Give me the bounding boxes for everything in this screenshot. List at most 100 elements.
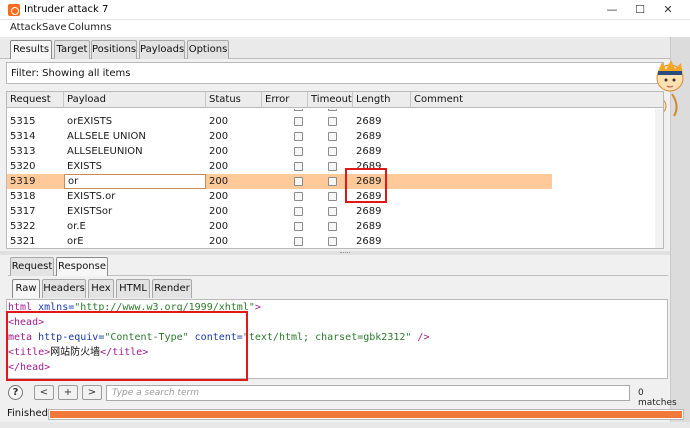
timeout-checkbox [328,207,337,216]
tab-payloads[interactable]: Payloads [139,40,185,59]
filter-label: Filter: Showing all items [11,68,131,79]
cell-payload: EXISTS [67,161,102,172]
table-row[interactable]: 5320 EXISTS 200 2689 [7,159,552,174]
results-table: Request Payload Status Error Timeout Len… [6,91,664,249]
tab-hex[interactable]: Hex [88,279,114,298]
main-tabs: Results Target Positions Payloads Option… [0,37,690,59]
cell-request: 5315 [10,116,36,127]
timeout-checkbox [328,177,337,186]
table-header: Request Payload Status Error Timeout Len… [7,92,663,108]
menu-save[interactable]: Save [42,22,67,33]
cell-status: 200 [209,131,229,142]
table-row[interactable]: 5315 orEXISTS 200 2689 [7,114,552,129]
timeout-checkbox [328,237,337,246]
table-row[interactable]: 5313 ALLSELEUNION 200 2689 [7,144,552,159]
cell-length: 2689 [356,146,382,157]
error-checkbox [294,162,303,171]
cell-status: 200 [209,206,229,217]
code-tag: /> [411,332,430,343]
minimize-button[interactable]: — [602,2,622,18]
cell-length: 2689 [356,131,382,142]
search-next-button[interactable]: > [82,385,102,400]
table-row[interactable]: 5322 or.E 200 2689 [7,219,552,234]
cell-status: 200 [209,161,229,172]
tab-headers[interactable]: Headers [42,279,86,298]
tab-results[interactable]: Results [10,40,52,59]
col-status[interactable]: Status [206,92,262,108]
error-checkbox [294,192,303,201]
splitter-grip [340,252,350,254]
table-row[interactable]: 5321 orE 200 2689 [7,234,552,248]
table-row[interactable]: 5314 ALLSELE UNION 200 2689 [7,129,552,144]
help-icon[interactable]: ? [8,385,23,400]
title-bar: Intruder attack 7 — ☐ ✕ [0,0,690,20]
menu-bar: Attack Save Columns [0,20,690,37]
cell-status: 200 [209,146,229,157]
timeout-checkbox [328,162,337,171]
cell-request: 5321 [10,236,36,247]
timeout-checkbox [328,222,337,231]
cell-length: 2689 [356,236,382,247]
table-body: 5316or.EXISTS20026895315orEXISTS20026895… [7,109,663,248]
cell-length: 2689 [356,206,382,217]
col-comment[interactable]: Comment [411,92,663,108]
table-scrollbar[interactable] [655,109,663,248]
timeout-checkbox [328,117,337,126]
cell-payload: orEXISTS [67,116,113,127]
search-add-button[interactable]: + [58,385,78,400]
view-tabs: Raw Headers Hex HTML Render [8,279,668,298]
cell-payload: EXISTSor [67,206,113,217]
col-payload[interactable]: Payload [64,92,206,108]
table-row[interactable]: 5319 or 200 2689 [7,174,552,189]
timeout-checkbox [328,109,337,111]
col-error[interactable]: Error [262,92,308,108]
cell-payload: ALLSELE UNION [67,131,146,142]
error-checkbox [294,207,303,216]
status-text: Finished [7,408,48,419]
tab-request[interactable]: Request [10,257,54,276]
search-input[interactable]: Type a search term [106,385,630,401]
cell-length: 2689 [356,221,382,232]
close-button[interactable]: ✕ [658,2,678,18]
cell-status: 200 [209,221,229,232]
col-timeout[interactable]: Timeout [308,92,353,108]
cell-request: 5318 [10,191,36,202]
tab-render[interactable]: Render [152,279,192,298]
tab-target[interactable]: Target [54,40,90,59]
cell-length: 2689 [356,116,382,127]
error-checkbox [294,222,303,231]
error-checkbox [294,147,303,156]
progress-fill [50,411,682,418]
tab-raw[interactable]: Raw [12,279,40,298]
tab-html[interactable]: HTML [116,279,150,298]
match-count: 0 matches [638,388,677,408]
maximize-button[interactable]: ☐ [630,2,650,18]
cell-payload: ALLSELEUNION [67,146,143,157]
error-checkbox [294,132,303,141]
error-checkbox [294,237,303,246]
tab-response[interactable]: Response [56,257,108,276]
timeout-checkbox [328,192,337,201]
tab-positions[interactable]: Positions [91,40,137,59]
menu-columns[interactable]: Columns [68,22,112,33]
code-string: "text/html; charset=gbk2312" [242,332,412,343]
cell-request: 5322 [10,221,36,232]
app-icon [8,4,20,16]
cell-request: 5317 [10,206,36,217]
table-row[interactable]: 5317 EXISTSor 200 2689 [7,204,552,219]
cell-payload: orE [67,236,84,247]
code-tag: > [254,302,261,313]
tab-options[interactable]: Options [187,40,229,59]
error-checkbox [294,109,303,111]
cell-request: 5313 [10,146,36,157]
col-length[interactable]: Length [353,92,411,108]
col-request[interactable]: Request [7,92,64,108]
search-prev-button[interactable]: < [34,385,54,400]
menu-attack[interactable]: Attack [10,22,42,33]
filter-bar[interactable]: Filter: Showing all items [6,62,664,84]
intruder-window: Intruder attack 7 — ☐ ✕ Attack Save Colu… [0,0,690,428]
pane-splitter[interactable] [0,251,670,255]
progress-bar [48,409,684,420]
table-row[interactable]: 5318 EXISTS.or 200 2689 [7,189,552,204]
length-highlight-box [345,168,387,203]
